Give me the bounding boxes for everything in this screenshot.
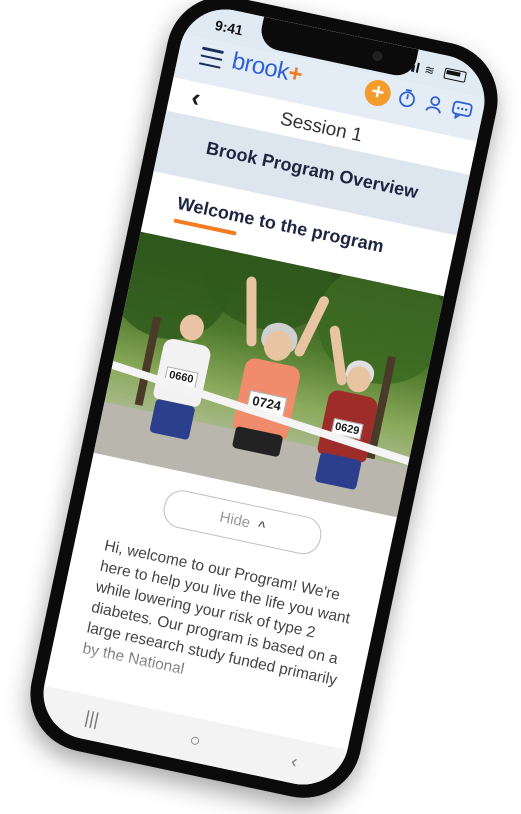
hero-image: 0660 0724 0629 xyxy=(93,231,444,518)
phone-screen: 9:41 ≋ brook+ + ‹ Session 1 Brook Progra… xyxy=(35,0,493,794)
recents-button[interactable]: ||| xyxy=(83,707,101,730)
hide-button[interactable]: Hide ^ xyxy=(160,487,325,558)
home-button[interactable]: ○ xyxy=(188,729,203,752)
chat-icon[interactable] xyxy=(449,98,475,124)
camera xyxy=(371,50,384,63)
profile-icon[interactable] xyxy=(421,92,447,118)
system-back-button[interactable]: ‹ xyxy=(289,750,300,772)
add-button[interactable]: + xyxy=(362,77,394,109)
menu-icon[interactable] xyxy=(198,46,225,69)
chevron-up-icon: ^ xyxy=(256,517,267,534)
stage: 9:41 ≋ brook+ + ‹ Session 1 Brook Progra… xyxy=(0,0,521,814)
status-time: 9:41 xyxy=(213,16,245,39)
timer-icon[interactable] xyxy=(394,86,420,112)
battery-icon xyxy=(443,67,467,83)
wifi-icon: ≋ xyxy=(423,62,436,79)
phone-frame: 9:41 ≋ brook+ + ‹ Session 1 Brook Progra… xyxy=(19,0,509,809)
hide-label: Hide xyxy=(218,508,252,532)
